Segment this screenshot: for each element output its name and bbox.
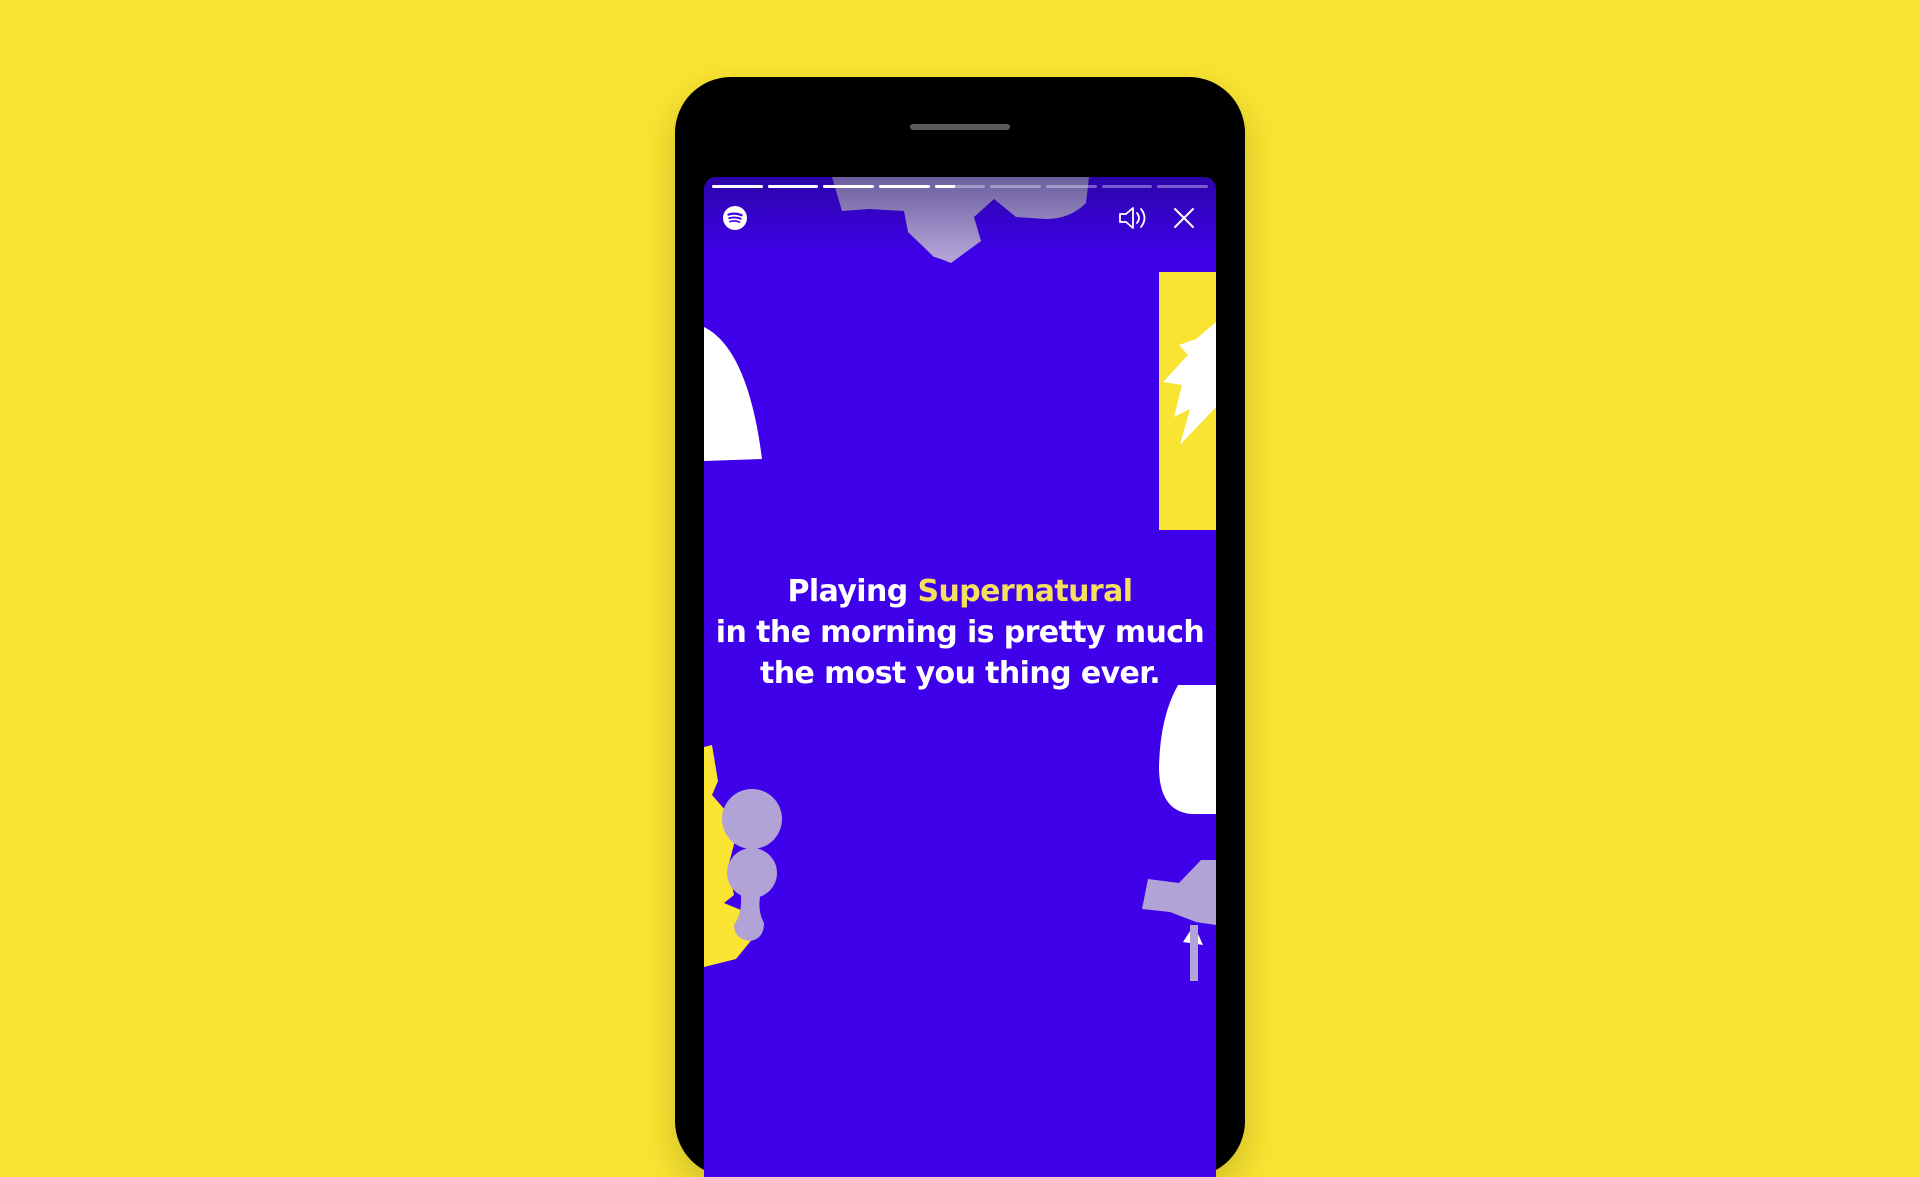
progress-segment-fill	[823, 185, 875, 188]
story-screen[interactable]: Playing Supernatural in the morning is p…	[704, 177, 1216, 1177]
progress-segment	[1101, 185, 1153, 188]
speaker-volume-icon[interactable]	[1118, 204, 1152, 232]
progress-segment	[879, 185, 930, 188]
lavender-circle-1	[722, 789, 782, 849]
progress-segment-fill	[879, 185, 930, 188]
phone-frame: Playing Supernatural in the morning is p…	[675, 77, 1245, 1177]
phone-speaker	[910, 124, 1010, 130]
lavender-shape-right-bottom	[1142, 860, 1216, 925]
progress-segment	[934, 185, 986, 188]
story-caption-line-3: the most you thing ever.	[760, 656, 1161, 691]
lavender-blob-top	[832, 177, 1089, 263]
progress-segment	[990, 185, 1042, 188]
story-caption: Playing Supernatural in the morning is p…	[704, 571, 1216, 694]
story-progress-bar	[712, 185, 1209, 188]
lavender-post-right-bottom	[1190, 925, 1198, 981]
song-title-highlight: Supernatural	[917, 574, 1133, 609]
progress-segment-fill	[712, 185, 763, 188]
white-dome-left	[704, 327, 762, 461]
close-icon[interactable]	[1172, 206, 1196, 230]
background: Playing Supernatural in the morning is p…	[0, 0, 1920, 1177]
white-bell-right	[1159, 685, 1216, 814]
progress-segment-fill	[767, 185, 819, 188]
progress-segment	[823, 185, 875, 188]
caption-prefix: Playing	[787, 574, 918, 609]
story-caption-line-2: in the morning is pretty much	[715, 615, 1205, 650]
spotify-logo-icon[interactable]	[722, 205, 748, 231]
story-caption-line-1: Playing Supernatural	[704, 571, 1216, 612]
progress-segment-fill	[934, 185, 955, 188]
progress-segment	[1046, 185, 1097, 188]
progress-segment	[1157, 185, 1209, 188]
progress-segment	[767, 185, 819, 188]
progress-segment	[712, 185, 763, 188]
